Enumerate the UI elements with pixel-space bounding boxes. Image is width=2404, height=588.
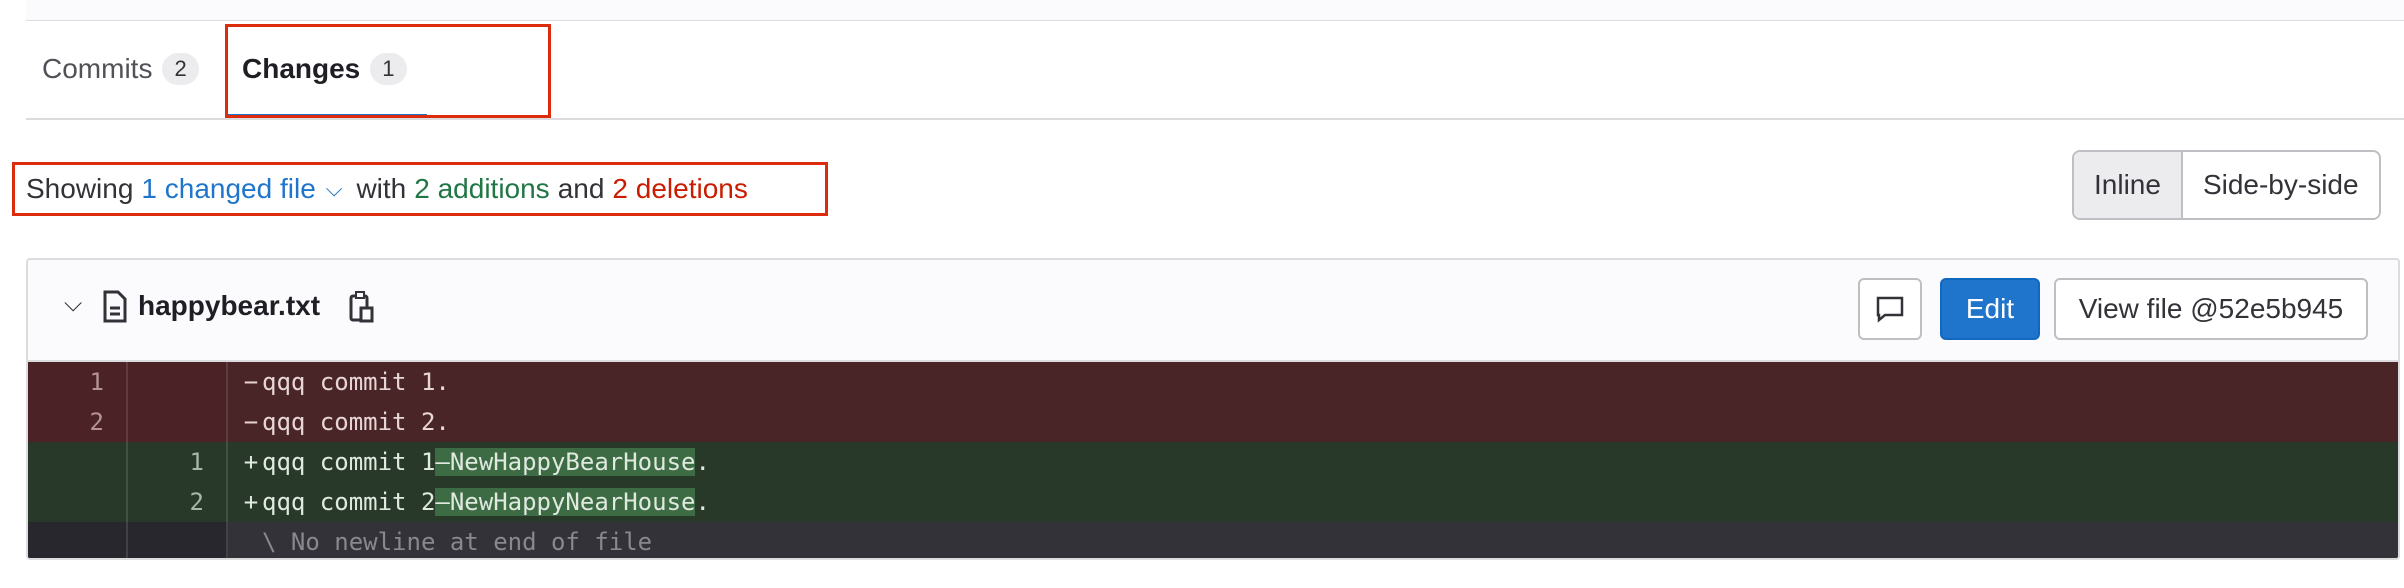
file-icon: [103, 290, 127, 323]
diff-code-highlight: —NewHappyBearHouse: [435, 448, 696, 476]
diff-sign: −: [243, 408, 259, 436]
view-file-button[interactable]: View file @52e5b945: [2054, 278, 2368, 340]
comment-button[interactable]: [1858, 278, 1922, 340]
file-header: ⌵ happybear.txt Edit View file @52e5b945: [28, 260, 2398, 362]
diff-sign: [240, 522, 262, 558]
old-line-number: [28, 522, 128, 558]
diff-sign: +: [243, 448, 259, 476]
diff-sign: −: [243, 368, 259, 396]
diff-view-toggle: Inline Side-by-side: [2072, 150, 2381, 220]
top-strip: [26, 0, 2404, 21]
diff-content: 1 − qqq commit 1. 2 − qqq commit 2. 1 + …: [28, 362, 2398, 558]
tab-commits-count: 2: [162, 53, 199, 85]
inline-view-button[interactable]: Inline: [2074, 152, 2183, 218]
diff-line-added: 1 + qqq commit 1—NewHappyBearHouse.: [28, 442, 2398, 482]
new-line-number[interactable]: [128, 402, 228, 442]
copy-file-path-icon[interactable]: [348, 290, 376, 324]
file-name[interactable]: happybear.txt: [138, 290, 320, 322]
diff-line-deleted: 2 − qqq commit 2.: [28, 402, 2398, 442]
diff-code: qqq commit 2.: [262, 408, 450, 436]
highlight-box-summary: [12, 162, 828, 216]
diff-file: ⌵ happybear.txt Edit View file @52e5b945…: [26, 258, 2400, 560]
comment-icon: [1876, 296, 1904, 323]
diff-code-base: qqq commit 2: [262, 488, 436, 516]
diff-line-meta: \ No newline at end of file: [28, 522, 2398, 558]
diff-code-tail: .: [695, 488, 710, 516]
old-line-number[interactable]: [28, 442, 128, 482]
highlight-box-changes-tab: [225, 24, 551, 118]
old-line-number[interactable]: [28, 482, 128, 522]
new-line-number[interactable]: 2: [128, 482, 228, 522]
diff-code: qqq commit 1—NewHappyBearHouse.: [262, 442, 2398, 482]
diff-code-highlight: —NewHappyNearHouse: [435, 488, 696, 516]
edit-button[interactable]: Edit: [1940, 278, 2040, 340]
side-by-side-view-button[interactable]: Side-by-side: [2183, 152, 2379, 218]
new-line-number[interactable]: 1: [128, 442, 228, 482]
old-line-number[interactable]: 2: [28, 402, 128, 442]
diff-sign: +: [243, 488, 259, 516]
diff-code-tail: .: [695, 448, 710, 476]
diff-line-deleted: 1 − qqq commit 1.: [28, 362, 2398, 402]
old-line-number[interactable]: 1: [28, 362, 128, 402]
diff-code: qqq commit 2—NewHappyNearHouse.: [262, 482, 2398, 522]
collapse-chevron-icon[interactable]: ⌵: [64, 290, 82, 318]
tab-commits-label: Commits: [42, 53, 153, 84]
diff-code: qqq commit 1.: [262, 368, 450, 396]
diff-line-added: 2 + qqq commit 2—NewHappyNearHouse.: [28, 482, 2398, 522]
new-line-number[interactable]: [128, 362, 228, 402]
diff-code-base: qqq commit 1: [262, 448, 436, 476]
new-line-number: [128, 522, 228, 558]
tab-commits[interactable]: Commits 2: [42, 20, 199, 118]
no-newline-notice: \ No newline at end of file: [262, 528, 653, 556]
